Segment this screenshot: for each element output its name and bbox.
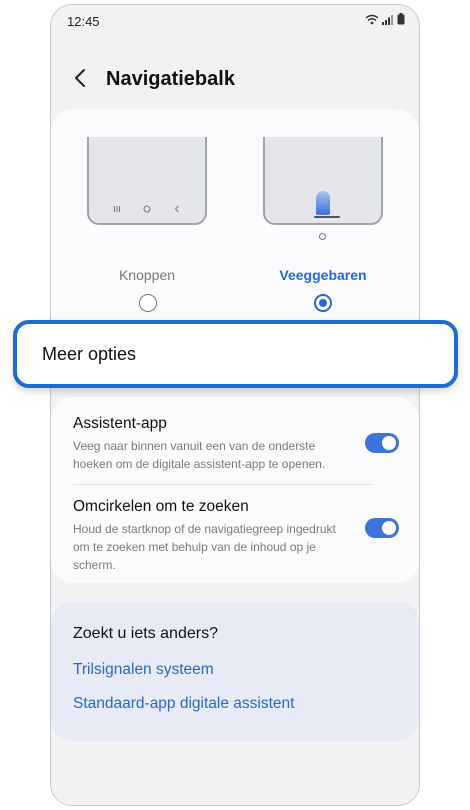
more-options-button[interactable]: Meer opties bbox=[13, 320, 458, 388]
swipe-gesture-icon bbox=[316, 191, 330, 215]
header: Navigatiebalk bbox=[51, 57, 419, 101]
setting-title: Assistent-app bbox=[73, 415, 167, 432]
more-options-label: Meer opties bbox=[42, 344, 137, 364]
toggle-knob bbox=[382, 436, 396, 450]
signal-icon bbox=[382, 14, 394, 25]
assistant-app-toggle[interactable] bbox=[365, 433, 399, 453]
back-button[interactable] bbox=[65, 65, 95, 95]
phone-frame: 12:45 Navigatiebalk Knoppen Veeggebaren … bbox=[50, 4, 420, 806]
divider bbox=[73, 484, 373, 485]
nav-buttons-row bbox=[89, 200, 205, 218]
wifi-icon bbox=[365, 14, 379, 25]
home-icon bbox=[143, 200, 151, 218]
status-bar: 12:45 bbox=[51, 5, 419, 37]
assistant-app-setting[interactable]: Assistent-app Veeg naar binnen vanuit ee… bbox=[73, 415, 403, 473]
buttons-preview[interactable] bbox=[87, 137, 207, 225]
circle-to-search-toggle[interactable] bbox=[365, 518, 399, 538]
setting-description: Houd de startknop of de navigatiegreep i… bbox=[73, 522, 336, 572]
chevron-left-icon bbox=[73, 68, 87, 93]
gestures-preview[interactable] bbox=[263, 137, 383, 225]
battery-icon bbox=[397, 13, 405, 25]
help-card: Zoekt u iets anders? Trilsignalen systee… bbox=[51, 601, 419, 741]
settings-card: Assistent-app Veeg naar binnen vanuit ee… bbox=[51, 397, 419, 583]
setting-description: Veeg naar binnen vanuit een van de onder… bbox=[73, 439, 326, 471]
buttons-radio[interactable] bbox=[139, 294, 157, 312]
status-time: 12:45 bbox=[67, 14, 100, 29]
help-title: Zoekt u iets anders? bbox=[73, 625, 218, 642]
back-nav-icon bbox=[173, 200, 181, 218]
gesture-hint-icon bbox=[319, 233, 326, 240]
gestures-radio[interactable] bbox=[314, 294, 332, 312]
buttons-option-label: Knoppen bbox=[118, 267, 176, 283]
system-vibration-link[interactable]: Trilsignalen systeem bbox=[73, 661, 214, 679]
navigation-type-card: Knoppen Veeggebaren bbox=[51, 109, 419, 335]
default-assistant-link[interactable]: Standaard-app digitale assistent bbox=[73, 695, 294, 713]
toggle-knob bbox=[382, 521, 396, 535]
gesture-handle-icon bbox=[314, 216, 340, 218]
status-icons bbox=[365, 13, 405, 25]
page-title: Navigatiebalk bbox=[106, 68, 235, 90]
setting-title: Omcirkelen om te zoeken bbox=[73, 498, 249, 515]
circle-to-search-setting[interactable]: Omcirkelen om te zoeken Houd de startkno… bbox=[73, 498, 403, 574]
recent-apps-icon bbox=[113, 200, 121, 218]
gestures-option-label: Veeggebaren bbox=[279, 267, 367, 283]
